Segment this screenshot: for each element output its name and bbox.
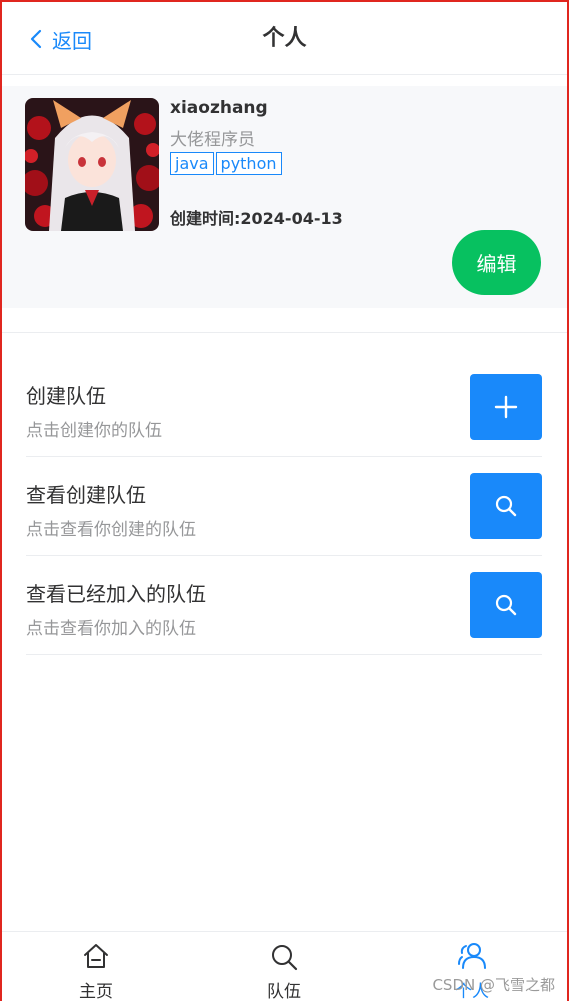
tag-list: java python <box>170 152 284 175</box>
tag: python <box>215 152 282 175</box>
profile-description: 大佬程序员 <box>170 130 255 150</box>
nav-bar: 返回 个人 <box>2 2 567 75</box>
search-icon <box>495 495 517 517</box>
view-joined-teams-button[interactable] <box>470 572 542 638</box>
list-item-view-joined-teams[interactable]: 查看已经加入的队伍 点击查看你加入的队伍 <box>26 556 542 655</box>
friends-icon <box>458 943 486 969</box>
row-title: 创建队伍 <box>26 384 106 408</box>
created-time: 创建时间:2024-04-13 <box>170 209 343 228</box>
edit-button[interactable]: 编辑 <box>452 230 541 295</box>
search-icon <box>495 594 517 616</box>
row-description: 点击查看你创建的队伍 <box>26 520 196 540</box>
create-team-button[interactable] <box>470 374 542 440</box>
tab-label: 主页 <box>79 982 113 1002</box>
watermark: CSDN @飞雪之都 <box>432 976 555 994</box>
row-title: 查看创建队伍 <box>26 483 146 507</box>
search-icon <box>272 945 298 971</box>
row-description: 点击查看你加入的队伍 <box>26 619 196 639</box>
view-created-teams-button[interactable] <box>470 473 542 539</box>
tag: java <box>170 152 214 175</box>
row-description: 点击创建你的队伍 <box>26 421 162 441</box>
tab-team[interactable]: 队伍 <box>190 932 378 1002</box>
list-item-create-team[interactable]: 创建队伍 点击创建你的队伍 <box>26 358 542 457</box>
plus-icon <box>494 395 518 419</box>
tab-label: 队伍 <box>267 982 301 1002</box>
profile-card: xiaozhang 大佬程序员 java python 创建时间:2024-04… <box>2 86 567 308</box>
divider <box>2 332 567 333</box>
row-title: 查看已经加入的队伍 <box>26 582 206 606</box>
tab-home[interactable]: 主页 <box>2 932 190 1002</box>
list-item-view-created-teams[interactable]: 查看创建队伍 点击查看你创建的队伍 <box>26 457 542 556</box>
username: xiaozhang <box>170 98 268 118</box>
page-title: 个人 <box>262 26 307 51</box>
home-icon <box>84 944 108 968</box>
avatar[interactable] <box>25 98 159 231</box>
